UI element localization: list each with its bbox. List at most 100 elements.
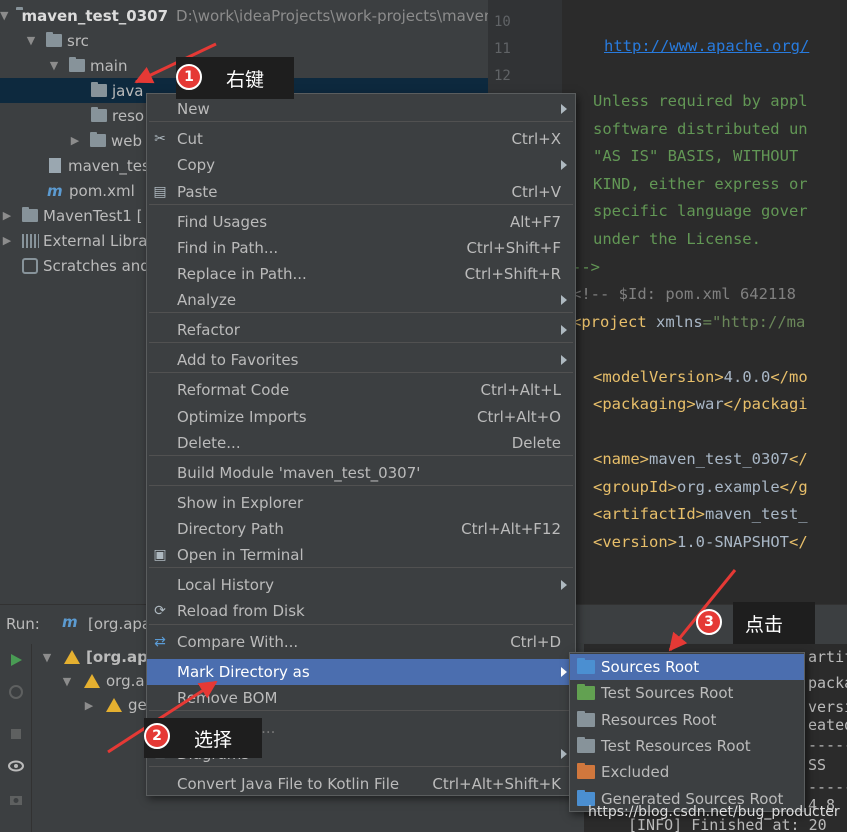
menu-item-directory-path[interactable]: Directory Path Ctrl+Alt+F12 (147, 516, 575, 542)
library-icon (22, 233, 39, 248)
submenu-item-test-sources-root[interactable]: Test Sources Root (570, 680, 804, 706)
file-icon (49, 158, 61, 173)
chevron-right-icon[interactable]: ▶ (0, 234, 14, 248)
menu-item-label: Convert Java File to Kotlin File (177, 775, 400, 793)
menu-item-replace-in-path[interactable]: Replace in Path... Ctrl+Shift+R (147, 261, 575, 287)
code-token: <!-- $Id: pom.xml 642118 (572, 285, 796, 303)
console-line: eated (808, 716, 847, 734)
menu-item-refactor[interactable]: Refactor (147, 317, 575, 343)
line-number: 11 (494, 41, 511, 57)
tree-scratches-label: Scratches and (43, 256, 150, 275)
console-line: versio (808, 698, 847, 716)
scissors-icon: ✂ (154, 131, 166, 147)
code-token: software distributed un (593, 120, 808, 138)
menu-item-copy[interactable]: Copy (147, 152, 575, 178)
chevron-down-icon[interactable]: ▼ (24, 34, 38, 48)
menu-item-reformat-code[interactable]: Reformat Code Ctrl+Alt+L (147, 377, 575, 403)
tree-row-src[interactable]: ▼ src (0, 28, 488, 53)
code-line: --> (572, 258, 600, 276)
menu-item-optimize-imports[interactable]: Optimize Imports Ctrl+Alt+O (147, 404, 575, 430)
code-token: specific language gover (593, 202, 808, 220)
annotation-text-2: 选择 (193, 728, 232, 751)
line-number: 10 (494, 14, 511, 30)
chevron-down-icon[interactable]: ▼ (60, 674, 74, 688)
submenu-item-label: Excluded (601, 763, 670, 782)
menu-item-analyze[interactable]: Analyze (147, 287, 575, 313)
menu-item-label: Find Usages (177, 213, 268, 231)
menu-item-delete[interactable]: Delete... Delete (147, 430, 575, 456)
code-line: specific language gover (593, 202, 808, 220)
console-line: artifa (808, 648, 847, 666)
scratches-icon (22, 257, 38, 274)
run-tree-row[interactable]: ▼ org.a (60, 672, 145, 690)
chevron-right-icon[interactable]: ▶ (0, 209, 14, 223)
tree-resources-label: reso (112, 106, 145, 125)
menu-item-label: Reformat Code (177, 381, 290, 399)
menu-item-find-usages[interactable]: Find Usages Alt+F7 (147, 209, 575, 235)
menu-item-paste[interactable]: ▤ Paste Ctrl+V (147, 179, 575, 205)
submenu-item-sources-root[interactable]: Sources Root (570, 654, 804, 680)
tree-row-root[interactable]: ▼ maven_test_0307 D:\work\ideaProjects\w… (0, 3, 488, 28)
menu-item-label: Delete... (177, 434, 241, 452)
stop-icon[interactable] (8, 726, 24, 742)
folder-icon (91, 82, 107, 97)
code-token: </packagi (723, 395, 808, 413)
camera-icon[interactable] (8, 791, 24, 807)
rerun-icon[interactable] (8, 652, 24, 668)
menu-item-find-in-path[interactable]: Find in Path... Ctrl+Shift+F (147, 235, 575, 261)
code-line: <modelVersion>4.0.0</mo (593, 368, 808, 386)
menu-item-open-in-terminal[interactable]: ▣ Open in Terminal (147, 542, 575, 568)
code-line: <artifactId>maven_test_ (593, 505, 808, 523)
run-tab-label[interactable]: [org.apa (88, 615, 151, 633)
menu-item-compare-with[interactable]: ⇄ Compare With... Ctrl+D (147, 629, 575, 655)
chevron-right-icon[interactable]: ▶ (68, 134, 82, 148)
test-resources-root-folder-icon (577, 736, 595, 753)
chevron-down-icon[interactable]: ▼ (0, 9, 8, 23)
run-tree-row[interactable]: ▼ [org.apa (40, 648, 158, 666)
menu-item-label: Refactor (177, 321, 240, 339)
code-line: Unless required by appl (593, 92, 808, 110)
sources-root-folder-icon (577, 658, 595, 674)
submenu-item-test-resources-root[interactable]: Test Resources Root (570, 733, 804, 759)
chevron-down-icon[interactable]: ▼ (40, 650, 54, 664)
code-token: Unless required by appl (593, 92, 808, 110)
chevron-right-icon[interactable]: ▶ (82, 698, 96, 712)
code-line: http://www.apache.org/ (604, 37, 809, 55)
menu-item-show-in-explorer[interactable]: Show in Explorer (147, 490, 575, 516)
menu-item-cut[interactable]: ✂ Cut Ctrl+X (147, 126, 575, 152)
tree-root-path: D:\work\ideaProjects\work-projects\maven (176, 6, 488, 25)
folder-icon (69, 57, 85, 72)
annotation-badge-1: 1 (176, 64, 202, 90)
submenu-item-resources-root[interactable]: Resources Root (570, 707, 804, 733)
submenu-item-label: Test Resources Root (601, 736, 751, 755)
code-token: xmlns (656, 313, 703, 331)
watermark-text: https://blog.csdn.net/bug_producter (588, 804, 840, 820)
menu-item-build-module-maven-test-0307[interactable]: Build Module 'maven_test_0307' (147, 460, 575, 486)
menu-item-remove-bom[interactable]: Remove BOM (147, 685, 575, 711)
code-token: org.example (677, 478, 780, 496)
menu-item-add-to-favorites[interactable]: Add to Favorites (147, 347, 575, 373)
annotation-badge-3: 3 (696, 609, 722, 635)
code-token: war (695, 395, 724, 413)
submenu-item-excluded[interactable]: Excluded (570, 759, 804, 785)
menu-item-new[interactable]: New (147, 96, 575, 122)
menu-item-local-history[interactable]: Local History (147, 572, 575, 598)
mark-directory-submenu: Sources Root Test Sources Root Resources R… (569, 652, 805, 812)
menu-item-shortcut: Ctrl+Shift+F (466, 239, 561, 257)
code-line: <name>maven_test_0307</ (593, 450, 808, 468)
menu-item-mark-directory-as[interactable]: Mark Directory as (147, 659, 575, 685)
chevron-down-icon[interactable]: ▼ (47, 59, 61, 73)
toggle-offline-icon[interactable] (8, 684, 24, 700)
code-token: "AS IS" BASIS, WITHOUT (593, 147, 808, 165)
menu-item-label: Add to Favorites (177, 351, 299, 369)
menu-item-label: Directory Path (177, 520, 284, 538)
tree-maventest1-label: MavenTest1 [ (43, 206, 143, 225)
annotation-box-3: 点击 (733, 602, 815, 644)
run-tree-row[interactable]: ▶ ge (82, 696, 147, 714)
code-token: maven_test_ (704, 505, 808, 523)
submenu-arrow-icon (561, 295, 567, 305)
eye-icon[interactable] (8, 758, 24, 774)
code-line: software distributed un (593, 120, 808, 138)
menu-item-convert-java-file-to-kotlin-file[interactable]: Convert Java File to Kotlin File Ctrl+Alt… (147, 771, 575, 797)
menu-item-reload-from-disk[interactable]: ⟳ Reload from Disk (147, 598, 575, 624)
